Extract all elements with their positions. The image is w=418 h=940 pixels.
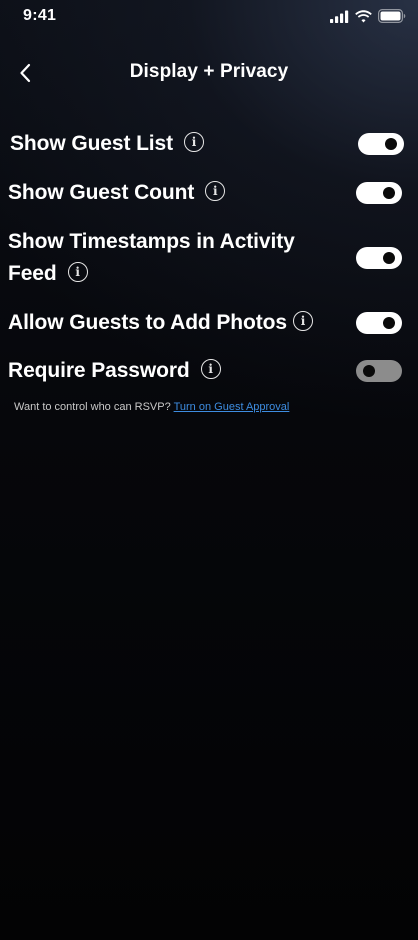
toggle-knob xyxy=(383,252,395,264)
info-icon[interactable]: i xyxy=(205,181,226,202)
info-icon[interactable]: i xyxy=(200,359,221,380)
guest-approval-link[interactable]: Turn on Guest Approval xyxy=(174,401,290,413)
setting-label-show-timestamps: Show Timestamps in Activity xyxy=(8,230,295,253)
toggle-show-guest-count[interactable] xyxy=(356,182,402,204)
toggle-knob xyxy=(385,138,397,150)
toggle-knob xyxy=(383,317,395,329)
setting-label-feed: Feed xyxy=(8,262,57,285)
setting-label-show-guest-list: Show Guest List xyxy=(10,132,174,155)
toggle-knob xyxy=(363,365,375,377)
guest-approval-prompt: Want to control who can RSVP? xyxy=(14,401,171,413)
toggle-show-timestamps[interactable] xyxy=(356,247,402,269)
battery-icon xyxy=(378,9,406,23)
header: Display + Privacy xyxy=(0,52,418,94)
toggle-show-guest-list[interactable] xyxy=(358,133,404,155)
signal-icon xyxy=(330,10,349,23)
setting-label-require-password: Require Password xyxy=(8,359,190,382)
setting-row-show-timestamps: Show Timestamps in Activity Feed i xyxy=(8,226,404,290)
setting-row-show-guest-count: Show Guest Count i xyxy=(8,177,404,209)
info-icon[interactable]: i xyxy=(184,132,205,153)
status-bar: 9:41 xyxy=(0,0,418,34)
screen: 9:41 Display + Privacy Show Guest List i… xyxy=(0,0,418,940)
setting-row-require-password: Require Password i xyxy=(8,355,404,387)
toggle-knob xyxy=(383,187,395,199)
status-time: 9:41 xyxy=(23,7,57,24)
page-title: Display + Privacy xyxy=(129,61,289,82)
guest-approval-note: Want to control who can RSVP? Turn on Gu… xyxy=(14,401,289,413)
info-icon[interactable]: i xyxy=(292,311,313,332)
toggle-require-password[interactable] xyxy=(356,360,402,382)
setting-row-allow-photos: Allow Guests to Add Photos i xyxy=(8,307,404,339)
info-icon[interactable]: i xyxy=(67,262,88,283)
toggle-allow-photos[interactable] xyxy=(356,312,402,334)
setting-row-show-guest-list: Show Guest List i xyxy=(10,128,404,160)
wifi-icon xyxy=(355,9,372,22)
setting-label-allow-photos: Allow Guests to Add Photos xyxy=(8,311,287,334)
setting-label-show-guest-count: Show Guest Count xyxy=(8,181,195,204)
status-icons xyxy=(330,8,406,24)
